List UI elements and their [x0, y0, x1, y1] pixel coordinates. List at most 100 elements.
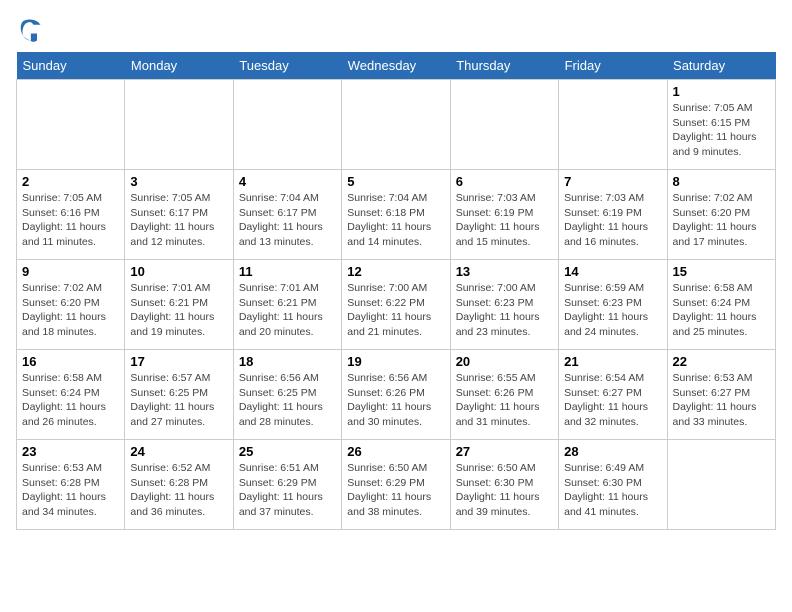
day-number: 18 [239, 354, 336, 369]
day-number: 6 [456, 174, 553, 189]
day-cell [17, 80, 125, 170]
day-number: 21 [564, 354, 661, 369]
day-cell [450, 80, 558, 170]
weekday-header-row: SundayMondayTuesdayWednesdayThursdayFrid… [17, 52, 776, 80]
day-cell: 25Sunrise: 6:51 AM Sunset: 6:29 PM Dayli… [233, 440, 341, 530]
day-cell [342, 80, 450, 170]
weekday-header-friday: Friday [559, 52, 667, 80]
weekday-header-saturday: Saturday [667, 52, 775, 80]
day-info: Sunrise: 7:01 AM Sunset: 6:21 PM Dayligh… [130, 281, 227, 340]
day-info: Sunrise: 6:49 AM Sunset: 6:30 PM Dayligh… [564, 461, 661, 520]
day-cell [233, 80, 341, 170]
day-number: 26 [347, 444, 444, 459]
day-cell [667, 440, 775, 530]
day-info: Sunrise: 6:58 AM Sunset: 6:24 PM Dayligh… [22, 371, 119, 430]
day-info: Sunrise: 7:02 AM Sunset: 6:20 PM Dayligh… [22, 281, 119, 340]
day-cell: 21 Sunrise: 6:54 AM Sunset: 6:27 PM Dayli… [559, 350, 667, 440]
day-cell: 19 Sunrise: 6:56 AM Sunset: 6:26 PM Dayli… [342, 350, 450, 440]
day-cell: 3 Sunrise: 7:05 AM Sunset: 6:17 PM Daylig… [125, 170, 233, 260]
calendar-table: SundayMondayTuesdayWednesdayThursdayFrid… [16, 52, 776, 530]
day-info: Sunrise: 7:02 AM Sunset: 6:20 PM Dayligh… [673, 191, 770, 250]
day-info: Sunrise: 6:54 AM Sunset: 6:27 PM Dayligh… [564, 371, 661, 430]
day-cell: 17 Sunrise: 6:57 AM Sunset: 6:25 PM Dayli… [125, 350, 233, 440]
day-number: 17 [130, 354, 227, 369]
weekday-header-monday: Monday [125, 52, 233, 80]
day-number: 24 [130, 444, 227, 459]
day-number: 23 [22, 444, 119, 459]
day-info: Sunrise: 7:03 AM Sunset: 6:19 PM Dayligh… [456, 191, 553, 250]
day-number: 2 [22, 174, 119, 189]
day-number: 7 [564, 174, 661, 189]
day-cell: 22Sunrise: 6:53 AM Sunset: 6:27 PM Dayli… [667, 350, 775, 440]
day-number: 13 [456, 264, 553, 279]
day-info: Sunrise: 6:52 AM Sunset: 6:28 PM Dayligh… [130, 461, 227, 520]
weekday-header-sunday: Sunday [17, 52, 125, 80]
day-cell: 13 Sunrise: 7:00 AM Sunset: 6:23 PM Dayli… [450, 260, 558, 350]
day-number: 15 [673, 264, 770, 279]
day-cell: 11 Sunrise: 7:01 AM Sunset: 6:21 PM Dayli… [233, 260, 341, 350]
day-cell: 12Sunrise: 7:00 AM Sunset: 6:22 PM Dayli… [342, 260, 450, 350]
day-info: Sunrise: 6:50 AM Sunset: 6:30 PM Dayligh… [456, 461, 553, 520]
week-row-1: 1 Sunrise: 7:05 AM Sunset: 6:15 PM Daylig… [17, 80, 776, 170]
day-number: 25 [239, 444, 336, 459]
week-row-2: 2 Sunrise: 7:05 AM Sunset: 6:16 PM Daylig… [17, 170, 776, 260]
day-info: Sunrise: 6:53 AM Sunset: 6:28 PM Dayligh… [22, 461, 119, 520]
day-number: 9 [22, 264, 119, 279]
day-number: 3 [130, 174, 227, 189]
day-cell: 10Sunrise: 7:01 AM Sunset: 6:21 PM Dayli… [125, 260, 233, 350]
day-cell [559, 80, 667, 170]
day-cell: 20 Sunrise: 6:55 AM Sunset: 6:26 PM Dayli… [450, 350, 558, 440]
day-info: Sunrise: 7:01 AM Sunset: 6:21 PM Dayligh… [239, 281, 336, 340]
weekday-header-wednesday: Wednesday [342, 52, 450, 80]
day-info: Sunrise: 7:05 AM Sunset: 6:15 PM Dayligh… [673, 101, 770, 160]
day-info: Sunrise: 7:03 AM Sunset: 6:19 PM Dayligh… [564, 191, 661, 250]
day-cell: 16Sunrise: 6:58 AM Sunset: 6:24 PM Dayli… [17, 350, 125, 440]
day-info: Sunrise: 6:56 AM Sunset: 6:25 PM Dayligh… [239, 371, 336, 430]
day-info: Sunrise: 7:05 AM Sunset: 6:17 PM Dayligh… [130, 191, 227, 250]
day-info: Sunrise: 7:04 AM Sunset: 6:17 PM Dayligh… [239, 191, 336, 250]
day-number: 5 [347, 174, 444, 189]
day-number: 20 [456, 354, 553, 369]
day-cell: 26 Sunrise: 6:50 AM Sunset: 6:29 PM Dayli… [342, 440, 450, 530]
day-info: Sunrise: 6:57 AM Sunset: 6:25 PM Dayligh… [130, 371, 227, 430]
day-info: Sunrise: 7:05 AM Sunset: 6:16 PM Dayligh… [22, 191, 119, 250]
day-info: Sunrise: 6:56 AM Sunset: 6:26 PM Dayligh… [347, 371, 444, 430]
day-cell: 24 Sunrise: 6:52 AM Sunset: 6:28 PM Dayli… [125, 440, 233, 530]
header [16, 16, 776, 44]
day-number: 1 [673, 84, 770, 99]
day-cell: 2 Sunrise: 7:05 AM Sunset: 6:16 PM Daylig… [17, 170, 125, 260]
day-cell: 5 Sunrise: 7:04 AM Sunset: 6:18 PM Daylig… [342, 170, 450, 260]
logo [16, 16, 48, 44]
day-cell: 8 Sunrise: 7:02 AM Sunset: 6:20 PM Daylig… [667, 170, 775, 260]
week-row-3: 9 Sunrise: 7:02 AM Sunset: 6:20 PM Daylig… [17, 260, 776, 350]
day-number: 8 [673, 174, 770, 189]
day-number: 4 [239, 174, 336, 189]
day-cell: 1 Sunrise: 7:05 AM Sunset: 6:15 PM Daylig… [667, 80, 775, 170]
day-number: 11 [239, 264, 336, 279]
day-info: Sunrise: 6:53 AM Sunset: 6:27 PM Dayligh… [673, 371, 770, 430]
day-number: 19 [347, 354, 444, 369]
day-cell: 18 Sunrise: 6:56 AM Sunset: 6:25 PM Dayli… [233, 350, 341, 440]
day-info: Sunrise: 6:50 AM Sunset: 6:29 PM Dayligh… [347, 461, 444, 520]
day-info: Sunrise: 6:55 AM Sunset: 6:26 PM Dayligh… [456, 371, 553, 430]
week-row-4: 16Sunrise: 6:58 AM Sunset: 6:24 PM Dayli… [17, 350, 776, 440]
day-info: Sunrise: 7:04 AM Sunset: 6:18 PM Dayligh… [347, 191, 444, 250]
week-row-5: 23 Sunrise: 6:53 AM Sunset: 6:28 PM Dayli… [17, 440, 776, 530]
day-number: 14 [564, 264, 661, 279]
day-cell: 6 Sunrise: 7:03 AM Sunset: 6:19 PM Daylig… [450, 170, 558, 260]
day-number: 28 [564, 444, 661, 459]
day-number: 27 [456, 444, 553, 459]
day-cell: 7 Sunrise: 7:03 AM Sunset: 6:19 PM Daylig… [559, 170, 667, 260]
day-cell: 14 Sunrise: 6:59 AM Sunset: 6:23 PM Dayli… [559, 260, 667, 350]
day-cell: 4 Sunrise: 7:04 AM Sunset: 6:17 PM Daylig… [233, 170, 341, 260]
weekday-header-tuesday: Tuesday [233, 52, 341, 80]
day-cell [125, 80, 233, 170]
day-info: Sunrise: 6:59 AM Sunset: 6:23 PM Dayligh… [564, 281, 661, 340]
day-cell: 23 Sunrise: 6:53 AM Sunset: 6:28 PM Dayli… [17, 440, 125, 530]
day-info: Sunrise: 7:00 AM Sunset: 6:23 PM Dayligh… [456, 281, 553, 340]
weekday-header-thursday: Thursday [450, 52, 558, 80]
day-cell: 28 Sunrise: 6:49 AM Sunset: 6:30 PM Dayli… [559, 440, 667, 530]
logo-icon [16, 16, 44, 44]
day-info: Sunrise: 6:58 AM Sunset: 6:24 PM Dayligh… [673, 281, 770, 340]
day-cell: 27 Sunrise: 6:50 AM Sunset: 6:30 PM Dayli… [450, 440, 558, 530]
